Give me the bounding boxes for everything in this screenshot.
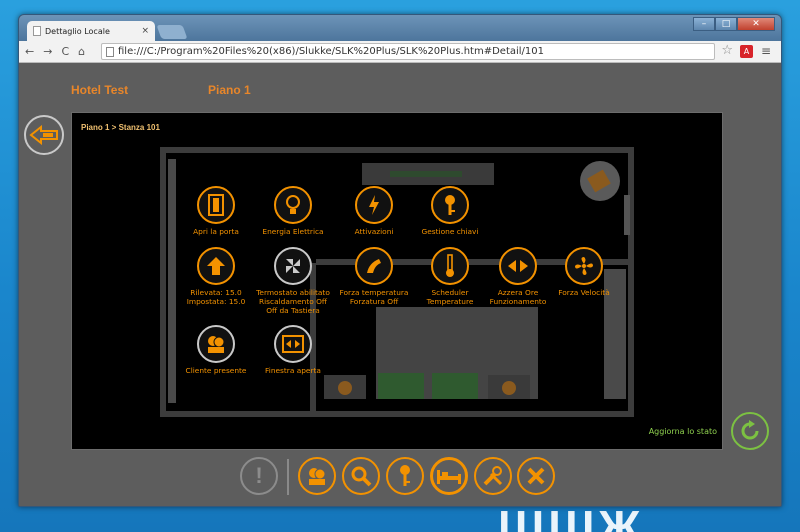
control-label: Forza temperatura Forzatura Off (339, 288, 409, 306)
control-label: Apri la porta (193, 227, 239, 236)
alert-button[interactable]: ! (240, 457, 278, 495)
fan-icon (565, 247, 603, 285)
key-icon (431, 186, 469, 224)
search-button[interactable] (342, 457, 380, 495)
tab-close-button[interactable]: × (141, 26, 149, 36)
home-button[interactable]: ⌂ (78, 45, 85, 58)
control-forza-temperatura[interactable]: Forza temperatura Forzatura Off (334, 247, 414, 306)
back-button[interactable] (24, 115, 64, 155)
control-label: Termostato abilitato Riscaldamento Off O… (256, 288, 330, 315)
wall (628, 147, 634, 417)
forward-nav-button[interactable]: → (43, 45, 52, 58)
pillow (378, 373, 424, 399)
control-label: Cliente presente (185, 366, 247, 375)
people-icon (309, 468, 326, 485)
control-label: Finestra aperta (265, 366, 321, 375)
bookmark-star-icon[interactable]: ☆ (721, 43, 733, 58)
key-icon (400, 465, 410, 486)
tab-title: Dettaglio Locale (45, 26, 110, 36)
new-tab-button[interactable] (156, 25, 188, 39)
maximize-button[interactable]: □ (715, 17, 737, 31)
people-icon (197, 325, 235, 363)
breadcrumb[interactable]: Piano 1 > Stanza 101 (81, 123, 160, 132)
hotel-title: Hotel Test (71, 83, 129, 97)
browser-toolbar: ← → C ⌂ file:///C:/Program%20Files%20(x8… (19, 41, 781, 63)
control-label: Energia Elettrica (262, 227, 324, 236)
wall (168, 159, 176, 403)
reload-button[interactable]: C (61, 45, 69, 58)
fan-gray-icon (274, 247, 312, 285)
refresh-icon (741, 420, 759, 440)
control-cliente[interactable]: Cliente presente (176, 325, 256, 375)
back-nav-button[interactable]: ← (25, 45, 34, 58)
wall (160, 411, 634, 417)
address-bar[interactable]: file:///C:/Program%20Files%20(x86)/Slukk… (101, 43, 715, 60)
reset-icon (499, 247, 537, 285)
lightning-icon (355, 186, 393, 224)
search-icon (351, 466, 372, 487)
control-label: Scheduler Temperature (426, 288, 474, 306)
extension-icon[interactable]: A (740, 45, 753, 58)
floor-title: Piano 1 (208, 83, 251, 97)
control-label: Rilevata: 15.0 Impostata: 15.0 (186, 288, 246, 306)
title-bar: Dettaglio Locale × – □ ✕ (19, 15, 781, 41)
thermometer-icon (431, 247, 469, 285)
wall (160, 147, 634, 153)
file-icon (106, 46, 114, 57)
control-label: Attivazioni (354, 227, 394, 236)
page-icon (33, 26, 41, 36)
control-label: Azzera Ore Funzionamento (489, 288, 547, 306)
url-text: file:///C:/Program%20Files%20(x86)/Slukk… (118, 46, 545, 57)
close-window-button[interactable]: ✕ (737, 17, 775, 31)
control-attivazioni[interactable]: Attivazioni (334, 186, 414, 236)
control-temperatura[interactable]: Rilevata: 15.0 Impostata: 15.0 (176, 247, 256, 306)
refresh-button[interactable] (731, 412, 769, 450)
toolbar-separator (287, 459, 289, 495)
lamp-icon (338, 381, 352, 395)
wall (160, 147, 166, 417)
pillow (432, 373, 478, 399)
guests-button[interactable] (298, 457, 336, 495)
control-label: Forza Velocità (558, 288, 610, 297)
control-velocita[interactable]: Forza Velocità (544, 247, 624, 297)
control-chiavi[interactable]: Gestione chiavi (410, 186, 490, 236)
browser-tab[interactable]: Dettaglio Locale × (27, 21, 155, 41)
exit-button[interactable] (517, 457, 555, 495)
lamp-icon (502, 381, 516, 395)
menu-icon[interactable]: ≡ (761, 44, 771, 58)
refresh-label: Aggiorna lo stato (648, 427, 717, 436)
hand-icon (355, 247, 393, 285)
control-finestra[interactable]: Finestra aperta (253, 325, 333, 375)
door-frame (624, 195, 630, 235)
keys-button[interactable] (386, 457, 424, 495)
control-apri[interactable]: Apri la porta (176, 186, 256, 236)
alert-icon: ! (255, 463, 263, 488)
control-energia[interactable]: Energia Elettrica (253, 186, 333, 236)
minimize-button[interactable]: – (693, 17, 715, 31)
settings-button[interactable] (474, 457, 512, 495)
bed-icon (437, 470, 461, 484)
back-arrow-icon (29, 125, 58, 145)
door-icon (197, 186, 235, 224)
arrow-up-icon (197, 247, 235, 285)
bulb-icon (274, 186, 312, 224)
close-icon (527, 467, 545, 485)
cabinet-light (390, 171, 462, 177)
tools-icon (483, 466, 503, 486)
control-label: Gestione chiavi (421, 227, 479, 236)
window-icon (274, 325, 312, 363)
rooms-button[interactable] (430, 457, 468, 495)
room-panel: Piano 1 > Stanza 101 Apri la porta Energ… (71, 112, 723, 450)
control-termostato[interactable]: Termostato abilitato Riscaldamento Off O… (253, 247, 333, 315)
